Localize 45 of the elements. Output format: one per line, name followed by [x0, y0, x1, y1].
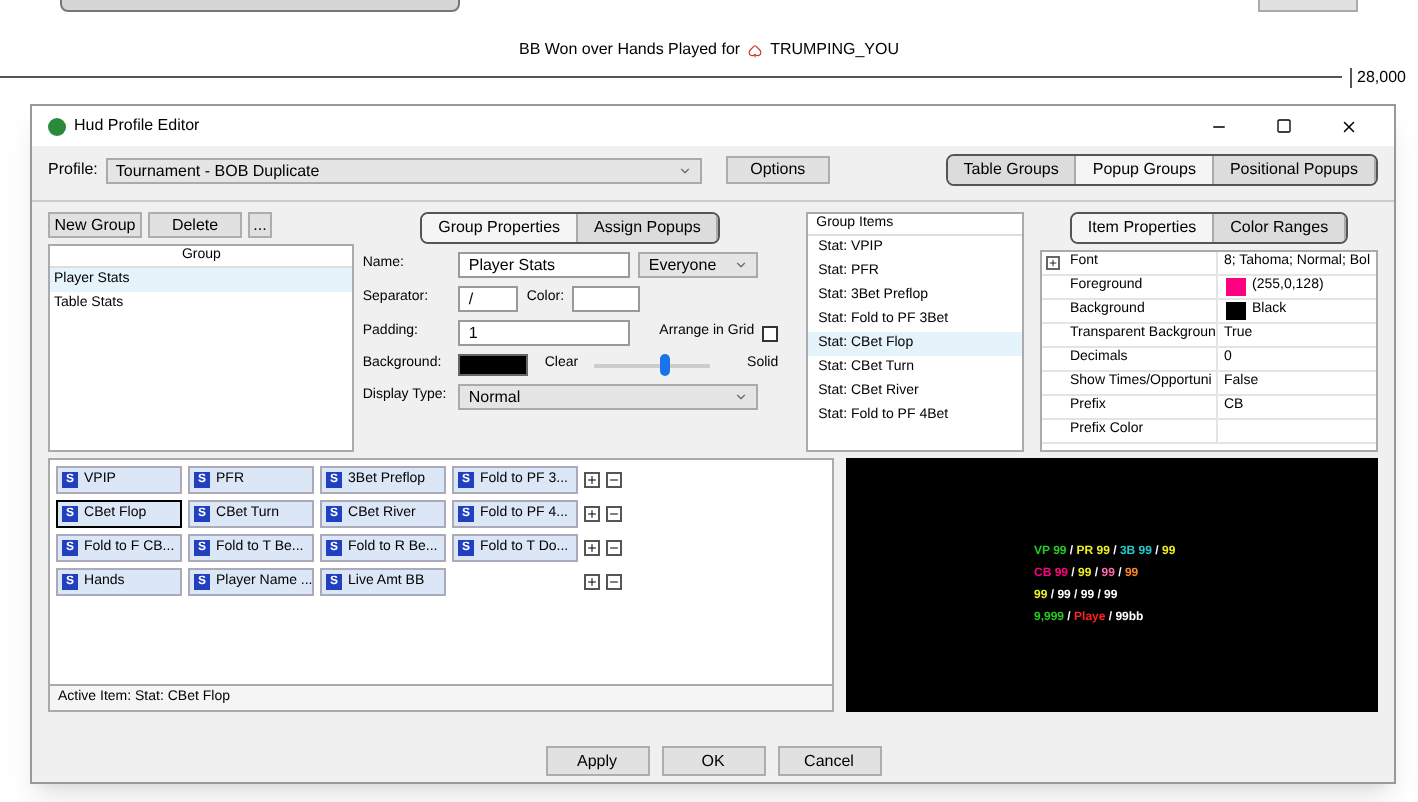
- remove-icon[interactable]: [606, 574, 622, 590]
- spade-icon: [748, 43, 763, 57]
- maximize-icon[interactable]: [1276, 118, 1292, 134]
- add-icon[interactable]: [584, 472, 600, 488]
- remove-icon[interactable]: [606, 472, 622, 488]
- dialog-button[interactable]: Apply: [545, 746, 649, 776]
- dialog-button[interactable]: OK: [661, 746, 765, 776]
- tab[interactable]: Color Ranges: [1214, 214, 1347, 242]
- window-title: Hud Profile Editor: [74, 114, 200, 138]
- input-field[interactable]: 1: [458, 320, 631, 346]
- toolbar-button[interactable]: New Group: [48, 212, 142, 238]
- tab[interactable]: Popup Groups: [1076, 156, 1214, 184]
- app-logo-icon: [48, 117, 66, 135]
- tab[interactable]: Table Groups: [947, 156, 1077, 184]
- add-icon[interactable]: [584, 506, 600, 522]
- chevron-icon: [734, 390, 749, 404]
- profile-label: Profile:: [48, 158, 98, 182]
- color-field[interactable]: [572, 286, 641, 312]
- remove-icon[interactable]: [606, 540, 622, 556]
- remove-icon[interactable]: [606, 506, 622, 522]
- dropdown[interactable]: Tournament - BOB Duplicate: [105, 157, 702, 183]
- options-button[interactable]: Options: [725, 156, 830, 184]
- add-icon[interactable]: [584, 574, 600, 590]
- chevron-icon: [734, 258, 749, 272]
- axis-label: 28,000: [1357, 68, 1406, 88]
- tab[interactable]: Group Properties: [422, 214, 579, 242]
- dialog-button[interactable]: Cancel: [777, 746, 881, 776]
- expand-icon[interactable]: [1046, 256, 1061, 270]
- dropdown[interactable]: Everyone: [638, 252, 759, 278]
- graph-title: BB Won over Hands Played for: [518, 38, 741, 62]
- input-field[interactable]: /: [458, 286, 519, 312]
- color-swatch[interactable]: [458, 354, 529, 376]
- chevron-icon: [677, 163, 692, 177]
- slider-thumb[interactable]: [659, 353, 670, 375]
- tab[interactable]: Item Properties: [1071, 214, 1215, 242]
- player-name: TRUMPING_YOU: [770, 38, 900, 62]
- add-icon[interactable]: [584, 540, 600, 556]
- input-field[interactable]: Player Stats: [458, 252, 631, 278]
- dropdown[interactable]: Normal: [458, 384, 759, 410]
- checkbox[interactable]: [762, 325, 779, 341]
- close-icon[interactable]: [1340, 117, 1358, 135]
- tab[interactable]: Positional Popups: [1213, 156, 1376, 184]
- toolbar-button[interactable]: Delete: [148, 212, 242, 238]
- tab[interactable]: Assign Popups: [578, 214, 719, 242]
- toolbar-button[interactable]: ...: [248, 212, 272, 238]
